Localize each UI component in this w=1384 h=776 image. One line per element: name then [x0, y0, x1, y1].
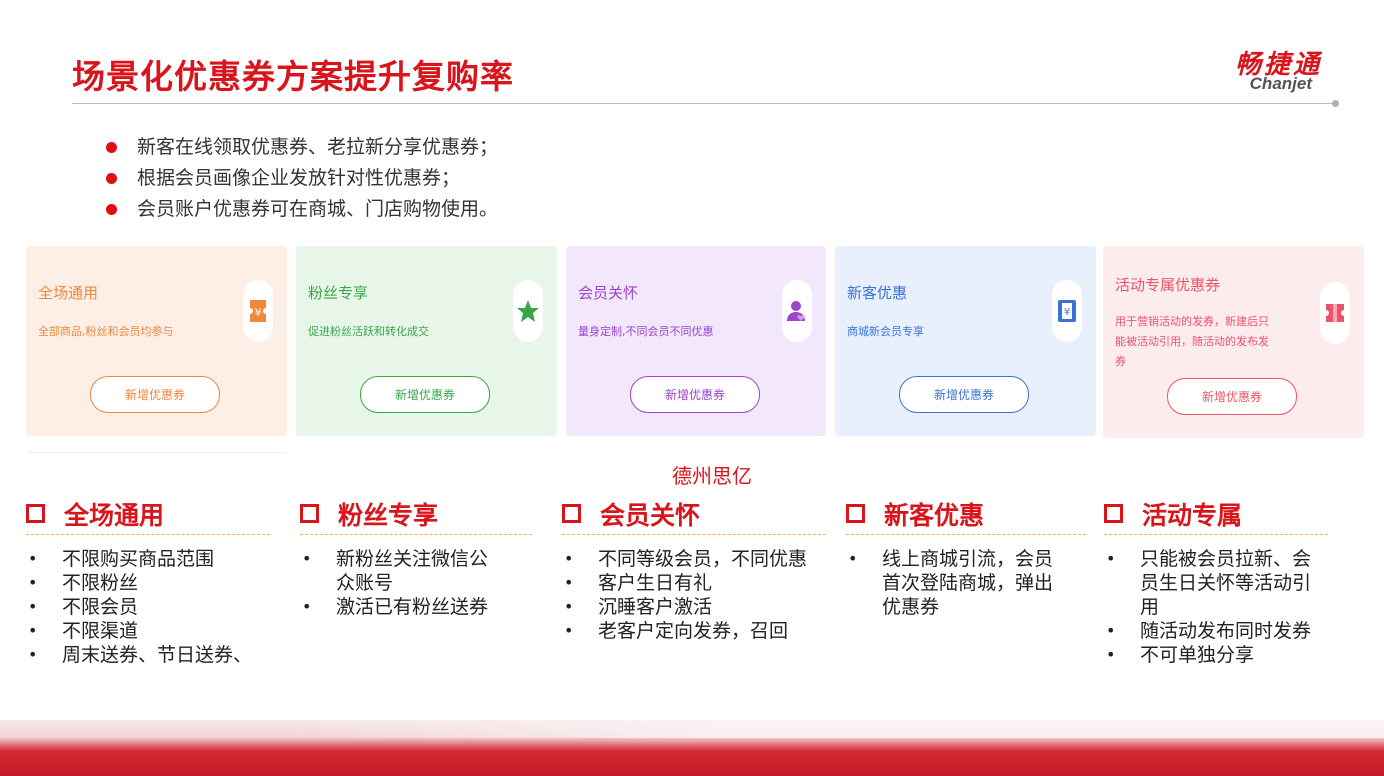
section-list: 只能被会员拉新、会员生日关怀等活动引用 随活动发布同时发券 不可单独分享: [1104, 547, 1324, 667]
footer-highlight: [280, 720, 1384, 738]
section-member: 会员关怀 不同等级会员，不同优惠 客户生日有礼 沉睡客户激活 老客户定向发券，召…: [562, 496, 826, 643]
section-event: 活动专属 只能被会员拉新、会员生日关怀等活动引用 随活动发布同时发券 不可单独分…: [1104, 496, 1328, 667]
star-icon: [513, 280, 543, 342]
coupon-card-fans: 粉丝专享 促进粉丝活跃和转化成交 新增优惠券: [296, 246, 557, 436]
section-list: 不同等级会员，不同优惠 客户生日有礼 沉睡客户激活 老客户定向发券，召回: [562, 547, 826, 643]
separator-line: [28, 452, 286, 453]
section-header: 会员关怀: [562, 496, 826, 535]
card-desc: 量身定制,不同会员不同优惠: [578, 325, 714, 338]
section-title: 会员关怀: [600, 501, 701, 530]
list-item: 老客户定向发券，召回: [562, 619, 826, 643]
section-list: 线上商城引流，会员首次登陆商城，弹出优惠券: [846, 547, 1068, 619]
page-title: 场景化优惠券方案提升复购率: [72, 57, 514, 96]
card-title: 粉丝专享: [308, 284, 369, 302]
section-list: 新粉丝关注微信公众账号 激活已有粉丝送券: [300, 547, 500, 619]
checkbox-square-icon: [846, 504, 865, 523]
list-item: 不限购买商品范围: [26, 547, 270, 571]
svg-text:¥: ¥: [1064, 307, 1070, 318]
card-desc: 商城新会员专享: [847, 325, 924, 338]
list-item: 沉睡客户激活: [562, 595, 826, 619]
intro-bullet: 会员账户优惠券可在商城、门店购物使用。: [104, 194, 498, 225]
list-item: 激活已有粉丝送券: [300, 595, 500, 619]
list-item: 新粉丝关注微信公众账号: [300, 547, 500, 595]
watermark-text: 德州思亿: [672, 464, 752, 488]
title-divider: [72, 103, 1334, 104]
section-new: 新客优惠 线上商城引流，会员首次登陆商城，弹出优惠券: [846, 496, 1086, 619]
list-item: 只能被会员拉新、会员生日关怀等活动引用: [1104, 547, 1324, 619]
list-item: 客户生日有礼: [562, 571, 826, 595]
list-item: 随活动发布同时发券: [1104, 619, 1324, 643]
coupon-icon: ¥: [243, 280, 273, 342]
ticket-icon: ¥: [1052, 280, 1082, 342]
checkbox-square-icon: [300, 504, 319, 523]
section-header: 粉丝专享: [300, 496, 532, 535]
section-fans: 粉丝专享 新粉丝关注微信公众账号 激活已有粉丝送券: [300, 496, 532, 619]
card-title: 全场通用: [38, 284, 99, 302]
card-desc: 促进粉丝活跃和转化成交: [308, 325, 429, 338]
add-coupon-button[interactable]: 新增优惠券: [90, 376, 220, 413]
add-coupon-button[interactable]: 新增优惠券: [899, 376, 1029, 413]
section-list: 不限购买商品范围 不限粉丝 不限会员 不限渠道 周末送券、节日送券、: [26, 547, 270, 667]
gift-coupon-icon: [1320, 282, 1350, 344]
checkbox-square-icon: [1104, 504, 1123, 523]
svg-text:¥: ¥: [255, 306, 262, 319]
list-item: 周末送券、节日送券、: [26, 643, 270, 667]
section-title: 活动专属: [1142, 501, 1243, 530]
coupon-card-all: 全场通用 全部商品,粉丝和会员均参与 ¥ 新增优惠券: [26, 246, 287, 436]
list-item: 不限渠道: [26, 619, 270, 643]
intro-bullet: 新客在线领取优惠券、老拉新分享优惠券；: [104, 132, 498, 163]
add-coupon-button[interactable]: 新增优惠券: [630, 376, 760, 413]
add-coupon-button[interactable]: 新增优惠券: [1167, 378, 1297, 415]
chanjet-logo: 畅捷通 Chanjet: [1182, 44, 1322, 96]
coupon-card-member: 会员关怀 量身定制,不同会员不同优惠 新增优惠券: [566, 246, 826, 436]
divider-end-dot: [1332, 100, 1339, 107]
list-item: 不同等级会员，不同优惠: [562, 547, 826, 571]
coupon-card-new: 新客优惠 商城新会员专享 ¥ 新增优惠券: [835, 246, 1096, 436]
section-title: 粉丝专享: [338, 501, 439, 530]
section-title: 新客优惠: [884, 501, 985, 530]
list-item: 不限会员: [26, 595, 270, 619]
list-item: 不可单独分享: [1104, 643, 1324, 667]
coupon-card-event: 活动专属优惠券 用于营销活动的发券，新建后只能被活动引用，随活动的发布发券 新增…: [1103, 246, 1364, 438]
add-coupon-button[interactable]: 新增优惠券: [360, 376, 490, 413]
checkbox-square-icon: [562, 504, 581, 523]
card-title: 活动专属优惠券: [1115, 276, 1221, 294]
card-desc: 用于营销活动的发券，新建后只能被活动引用，随活动的发布发券: [1115, 315, 1269, 368]
section-all: 全场通用 不限购买商品范围 不限粉丝 不限会员 不限渠道 周末送券、节日送券、: [26, 496, 270, 667]
section-header: 活动专属: [1104, 496, 1328, 535]
section-header: 全场通用: [26, 496, 270, 535]
logo-en-text: Chanjet: [1249, 74, 1312, 93]
checkbox-square-icon: [26, 504, 45, 523]
card-desc: 全部商品,粉丝和会员均参与: [38, 325, 174, 338]
intro-bullet: 根据会员画像企业发放针对性优惠券；: [104, 163, 498, 194]
card-title: 会员关怀: [578, 284, 639, 302]
card-title: 新客优惠: [847, 284, 908, 302]
intro-bullets: 新客在线领取优惠券、老拉新分享优惠券； 根据会员画像企业发放针对性优惠券； 会员…: [104, 132, 498, 225]
member-icon: [782, 280, 812, 342]
list-item: 不限粉丝: [26, 571, 270, 595]
section-header: 新客优惠: [846, 496, 1086, 535]
section-title: 全场通用: [64, 501, 165, 530]
list-item: 线上商城引流，会员首次登陆商城，弹出优惠券: [846, 547, 1068, 619]
